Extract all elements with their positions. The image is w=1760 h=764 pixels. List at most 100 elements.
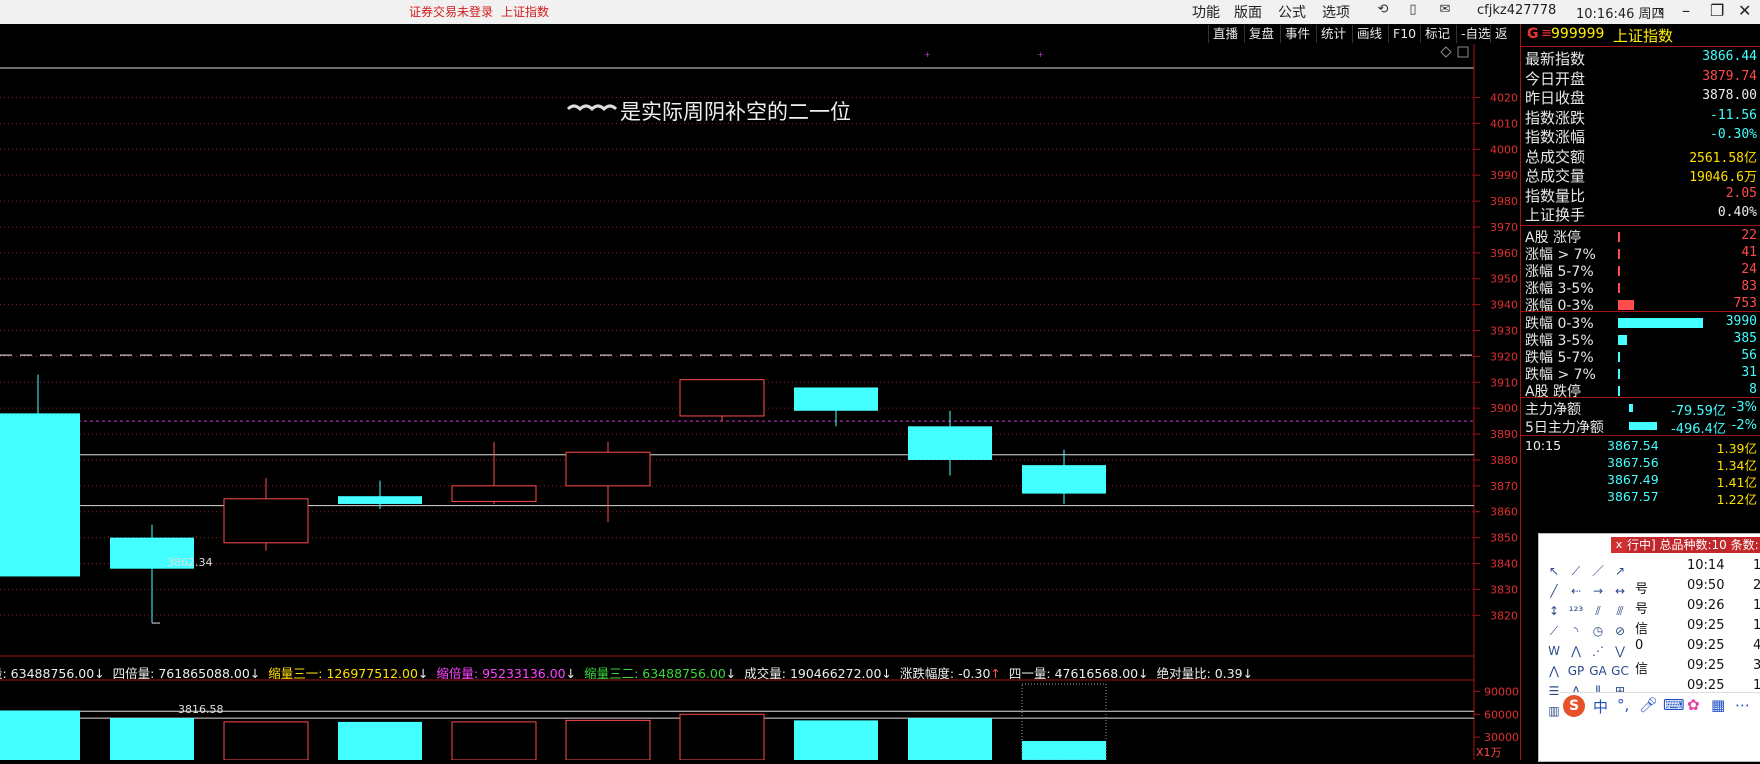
double-arrow-icon[interactable]: ↔ bbox=[1611, 582, 1629, 600]
microphone-icon[interactable]: 🎤︎ bbox=[1639, 696, 1658, 714]
ray-tool-icon[interactable]: ↗ bbox=[1611, 562, 1629, 580]
close-icon[interactable]: ✕ bbox=[1738, 1, 1751, 20]
peak-tool-icon[interactable]: ⋀ bbox=[1567, 642, 1585, 660]
parallel-line-icon[interactable]: ⫽ bbox=[1589, 602, 1607, 620]
zigzag-tool-icon[interactable]: ⋁ bbox=[1611, 642, 1629, 660]
alert-row[interactable]: 号 09:26 1 bbox=[1635, 598, 1760, 618]
mail-icon[interactable]: ✉ bbox=[1436, 2, 1454, 20]
trade-login-warning[interactable]: 证券交易未登录 上证指数 bbox=[409, 3, 549, 20]
ime-chinese-label[interactable]: 中 bbox=[1593, 696, 1608, 717]
kline-chart-area[interactable]: + + 4020 4010 4000 3990 3980 3970 3960 3950 3940… bbox=[0, 44, 1520, 761]
distribution-count: 753 bbox=[1733, 296, 1757, 311]
group-indicator[interactable]: G bbox=[1527, 26, 1539, 42]
event-button[interactable]: 事件 bbox=[1280, 25, 1314, 43]
candle-body-down bbox=[1022, 465, 1106, 494]
keyboard-icon[interactable]: ⌨ bbox=[1663, 696, 1685, 714]
tick-price: 3867.49 bbox=[1607, 472, 1659, 487]
price-axis-label: 3910 bbox=[1490, 376, 1518, 389]
refresh-icon[interactable]: ⟲ bbox=[1374, 2, 1392, 20]
extended-line-icon[interactable]: ╱ bbox=[1545, 582, 1563, 600]
volume-bar-up bbox=[223, 721, 309, 761]
menu-formula[interactable]: 公式 bbox=[1278, 2, 1306, 22]
vertical-line-icon[interactable]: ↕ bbox=[1545, 602, 1563, 620]
alert-row[interactable]: 0 09:25 4 bbox=[1635, 638, 1760, 658]
arrow-left-icon[interactable]: ⇠ bbox=[1567, 582, 1585, 600]
f10-button[interactable]: F10 bbox=[1388, 25, 1420, 43]
ime-more-icon[interactable]: ⋯ bbox=[1735, 696, 1750, 714]
number-label-icon[interactable]: ¹²³ bbox=[1567, 602, 1585, 620]
user-account[interactable]: cfjkz427778 bbox=[1477, 3, 1556, 18]
channel-icon[interactable]: ⫻ bbox=[1611, 602, 1629, 620]
indicator-arrow: ↓ bbox=[1242, 666, 1254, 679]
trend-tool-icon[interactable]: ⋰ bbox=[1589, 642, 1607, 660]
distribution-bar bbox=[1618, 352, 1620, 362]
draw-line-button[interactable]: 画线 bbox=[1352, 25, 1386, 43]
replay-button[interactable]: 复盘 bbox=[1244, 25, 1278, 43]
ime-logo-icon[interactable]: S bbox=[1563, 695, 1585, 717]
alert-row[interactable]: 信 09:25 1 bbox=[1635, 618, 1760, 638]
alert-time: 09:25 bbox=[1687, 658, 1725, 673]
live-button[interactable]: 直播 bbox=[1208, 25, 1242, 43]
capital-flow-row: 5日主力净额 -496.4亿 -2% bbox=[1521, 417, 1760, 437]
menu-function[interactable]: 功能 bbox=[1192, 2, 1220, 22]
stats-button[interactable]: 统计 bbox=[1316, 25, 1350, 43]
index-link[interactable]: 上证指数 bbox=[501, 5, 549, 19]
remove-favorite-button[interactable]: -自选 bbox=[1456, 25, 1495, 43]
kline-chart[interactable]: + + 4020 4010 4000 3990 3980 3970 3960 3950 3940… bbox=[0, 44, 1520, 761]
capital-flow-label: 5日主力净额 bbox=[1525, 420, 1604, 436]
return-button[interactable]: 返回 bbox=[1490, 25, 1520, 59]
indicator-arrow: ↓ bbox=[725, 666, 737, 679]
popup-close-button[interactable]: x bbox=[1611, 537, 1627, 553]
indicator-item: 四倍量: 761865088.00↓ bbox=[112, 666, 261, 679]
price-axis-label: 3940 bbox=[1490, 299, 1518, 312]
candle-body-down bbox=[908, 426, 992, 460]
alert-row[interactable]: 信 09:25 3 bbox=[1635, 658, 1760, 678]
alert-time: 09:25 bbox=[1687, 638, 1725, 653]
toolbox-icon[interactable]: ▦ bbox=[1711, 696, 1725, 714]
alert-count: 1 bbox=[1753, 598, 1760, 613]
price-axis-label: 3920 bbox=[1490, 350, 1518, 363]
tick-price: 3867.54 bbox=[1607, 438, 1659, 453]
login-warning-text[interactable]: 证券交易未登录 bbox=[409, 5, 493, 19]
mark-button[interactable]: 标记 bbox=[1420, 25, 1454, 43]
cursor-tool-icon[interactable]: ↖ bbox=[1545, 562, 1563, 580]
restore-icon[interactable]: ❐ bbox=[1710, 1, 1724, 20]
gc-tool-icon[interactable]: GC bbox=[1611, 662, 1629, 680]
candle-body-down bbox=[338, 496, 422, 504]
tick-time: 10:15 bbox=[1525, 438, 1562, 453]
ga-tool-icon[interactable]: GA bbox=[1589, 662, 1607, 680]
pattern-tool-icon[interactable]: ⋀ bbox=[1545, 662, 1563, 680]
security-code[interactable]: 999999 bbox=[1551, 26, 1604, 42]
distribution-bar bbox=[1618, 386, 1620, 396]
ellipse-tool-icon[interactable]: ⊘ bbox=[1611, 622, 1629, 640]
arc-tool-icon[interactable]: ◝ bbox=[1567, 622, 1585, 640]
gp-tool-icon[interactable]: GP bbox=[1567, 662, 1585, 680]
circle-tool-icon[interactable]: ◷ bbox=[1589, 622, 1607, 640]
volume-bar-down bbox=[1022, 740, 1106, 760]
tick-price: 3867.56 bbox=[1607, 455, 1659, 470]
ime-punct-icon[interactable]: °, bbox=[1617, 696, 1629, 714]
alert-row[interactable]: 号 09:50 2 bbox=[1635, 578, 1760, 598]
price-axis-label: 3850 bbox=[1490, 532, 1518, 545]
price-axis-label: 3870 bbox=[1490, 480, 1518, 493]
back-arrow-icon[interactable]: ‹ bbox=[1658, 1, 1664, 20]
indicator-arrow: ↑ bbox=[990, 666, 1001, 679]
annotation-text: 是实际周阴补空的二一位 bbox=[620, 100, 851, 124]
capital-flow-row: 主力净额 -79.59亿 -3% bbox=[1521, 399, 1760, 419]
volume-bar-down bbox=[908, 718, 992, 760]
alert-count: 3 bbox=[1753, 658, 1760, 673]
skin-icon[interactable]: ✿ bbox=[1687, 696, 1700, 714]
price-axis-label: 3990 bbox=[1490, 169, 1518, 182]
alert-row[interactable]: 10:14 1 bbox=[1635, 558, 1760, 578]
menu-options[interactable]: 选项 bbox=[1322, 2, 1350, 22]
line-tool-icon[interactable]: ⟋ bbox=[1567, 562, 1585, 580]
segment-tool-icon[interactable]: ／ bbox=[1589, 562, 1607, 580]
diagonal-icon[interactable]: ⟋ bbox=[1545, 622, 1563, 640]
security-name[interactable]: 上证指数 bbox=[1613, 25, 1673, 46]
phone-icon[interactable]: ▯ bbox=[1404, 2, 1422, 20]
menu-layout[interactable]: 版面 bbox=[1234, 2, 1262, 22]
distribution-count: 56 bbox=[1741, 348, 1757, 363]
minimize-icon[interactable]: – bbox=[1682, 1, 1690, 20]
arrow-line-icon[interactable]: → bbox=[1589, 582, 1607, 600]
wave-tool-icon[interactable]: W bbox=[1545, 642, 1563, 660]
